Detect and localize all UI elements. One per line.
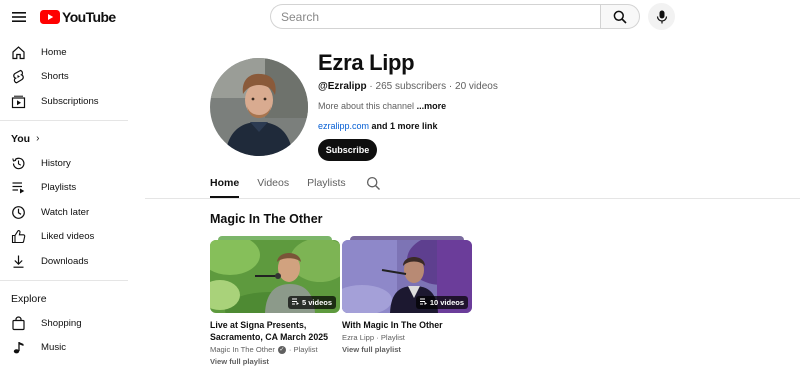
- sidebar-heading-label: Explore: [11, 292, 47, 305]
- tab-videos[interactable]: Videos: [257, 170, 289, 198]
- playlist-title-line1: With Magic In The Other: [342, 320, 443, 330]
- sidebar-item-downloads[interactable]: Downloads: [0, 249, 140, 274]
- section-title: Magic In The Other: [210, 212, 323, 226]
- channel-website-link[interactable]: ezralipp.com: [318, 121, 369, 131]
- channel-search-button[interactable]: [366, 170, 381, 198]
- playlist-icon: [291, 298, 299, 307]
- playlist-meta: Ezra Lipp · Playlist: [342, 333, 472, 342]
- playlists-icon: [11, 180, 26, 195]
- video-count: 5 videos: [301, 298, 332, 307]
- sidebar-item-watch-later[interactable]: Watch later: [0, 200, 140, 225]
- playlist-icon: [419, 298, 427, 307]
- playlist-card[interactable]: 5 videos Live at Signa Presents, Sacrame…: [210, 236, 340, 366]
- menu-icon[interactable]: [9, 7, 29, 27]
- sidebar-divider: [0, 279, 128, 281]
- channel-meta: @Ezralipp · 265 subscribers · 20 videos: [318, 81, 498, 92]
- playlist-type: Playlist: [293, 345, 318, 354]
- sidebar-item-label: Watch later: [41, 206, 90, 218]
- sidebar-item-label: Playlists: [41, 182, 77, 194]
- description-text: More about this channel: [318, 101, 417, 111]
- channel-description[interactable]: More about this channel ...more: [318, 101, 446, 111]
- verified-icon: ✓: [277, 345, 286, 354]
- like-icon: [11, 229, 26, 244]
- sidebar-item-playlists[interactable]: Playlists: [0, 175, 140, 200]
- playlist-type: Playlist: [380, 333, 405, 342]
- view-full-playlist-link[interactable]: View full playlist: [342, 345, 472, 354]
- chevron-right-icon: ›: [36, 133, 40, 145]
- playlist-meta: Magic In The Other ✓ · Playlist: [210, 345, 340, 354]
- search-bar: [270, 4, 640, 29]
- sidebar-item-shopping[interactable]: Shopping: [0, 311, 140, 336]
- shorts-icon: [11, 69, 26, 84]
- sidebar-item-label: Subscriptions: [41, 95, 99, 107]
- playlist-channel[interactable]: Ezra Lipp: [342, 333, 374, 342]
- sidebar-item-label: Liked videos: [41, 231, 95, 243]
- logo-text: YouTube: [62, 9, 116, 25]
- sidebar-item-label: Music: [41, 342, 67, 354]
- channel-tabs: Home Videos Playlists: [210, 170, 381, 198]
- description-more: ...more: [416, 101, 447, 111]
- sidebar-item-label: History: [41, 157, 71, 169]
- sidebar-item-music[interactable]: Music: [0, 335, 140, 360]
- playlist-title[interactable]: Live at Signa Presents, Sacramento, CA M…: [210, 319, 340, 343]
- sidebar-item-label: Shopping: [41, 317, 82, 329]
- video-count-badge: 10 videos: [415, 296, 468, 309]
- channel-links: ezralipp.com and 1 more link: [318, 121, 438, 131]
- voice-search-button[interactable]: [648, 3, 675, 30]
- search-icon: [613, 10, 627, 24]
- more-links[interactable]: and 1 more link: [369, 121, 438, 131]
- channel-avatar[interactable]: [210, 58, 308, 156]
- sidebar-item-label: Home: [41, 46, 67, 58]
- meta-separator: ·: [374, 333, 381, 342]
- playlist-title-line1: Live at Signa Presents,: [210, 320, 307, 330]
- search-button[interactable]: [600, 4, 640, 29]
- subscribe-button[interactable]: Subscribe: [318, 139, 377, 161]
- playlist-thumbnail[interactable]: 5 videos: [210, 236, 340, 313]
- channel-stats: · 265 subscribers · 20 videos: [366, 81, 498, 92]
- sidebar-item-liked-videos[interactable]: Liked videos: [0, 225, 140, 250]
- watch-later-icon: [11, 205, 26, 220]
- sidebar-divider: [0, 119, 128, 121]
- top-bar: YouTube: [0, 0, 800, 34]
- playlist-channel[interactable]: Magic In The Other: [210, 345, 275, 354]
- channel-name: Ezra Lipp: [318, 50, 415, 75]
- playlist-thumbnail[interactable]: 10 videos: [342, 236, 472, 313]
- sidebar-item-subscriptions[interactable]: Subscriptions: [0, 89, 140, 114]
- sidebar-heading-you[interactable]: You ›: [0, 127, 140, 151]
- video-count: 10 videos: [429, 298, 464, 307]
- download-icon: [11, 254, 26, 269]
- sidebar-item-label: Shorts: [41, 71, 69, 83]
- search-icon: [366, 176, 380, 190]
- sidebar-item-label: Downloads: [41, 255, 89, 267]
- microphone-icon: [656, 10, 667, 23]
- sidebar: Home Shorts Subscriptions You › History …: [0, 40, 140, 360]
- history-icon: [11, 156, 26, 171]
- sidebar-heading-explore: Explore: [0, 287, 140, 311]
- sidebar-item-shorts[interactable]: Shorts: [0, 65, 140, 90]
- channel-handle: @Ezralipp: [318, 81, 367, 92]
- playlist-title-line2: Sacramento, CA March 2025: [210, 332, 328, 342]
- playlist-title[interactable]: With Magic In The Other: [342, 319, 472, 331]
- sidebar-item-history[interactable]: History: [0, 151, 140, 176]
- tab-home[interactable]: Home: [210, 170, 240, 198]
- music-icon: [11, 340, 26, 355]
- home-icon: [11, 45, 26, 60]
- tab-playlists[interactable]: Playlists: [307, 170, 346, 198]
- playlist-card[interactable]: 10 videos With Magic In The Other Ezra L…: [342, 236, 472, 354]
- tabs-divider: [145, 198, 800, 199]
- subscriptions-icon: [11, 94, 26, 109]
- view-full-playlist-link[interactable]: View full playlist: [210, 357, 340, 366]
- search-input[interactable]: [270, 4, 600, 29]
- sidebar-heading-label: You: [11, 132, 31, 145]
- shopping-icon: [11, 315, 26, 331]
- youtube-play-icon: [40, 10, 60, 24]
- sidebar-item-home[interactable]: Home: [0, 40, 140, 65]
- video-count-badge: 5 videos: [287, 296, 336, 309]
- youtube-logo[interactable]: YouTube: [40, 8, 116, 26]
